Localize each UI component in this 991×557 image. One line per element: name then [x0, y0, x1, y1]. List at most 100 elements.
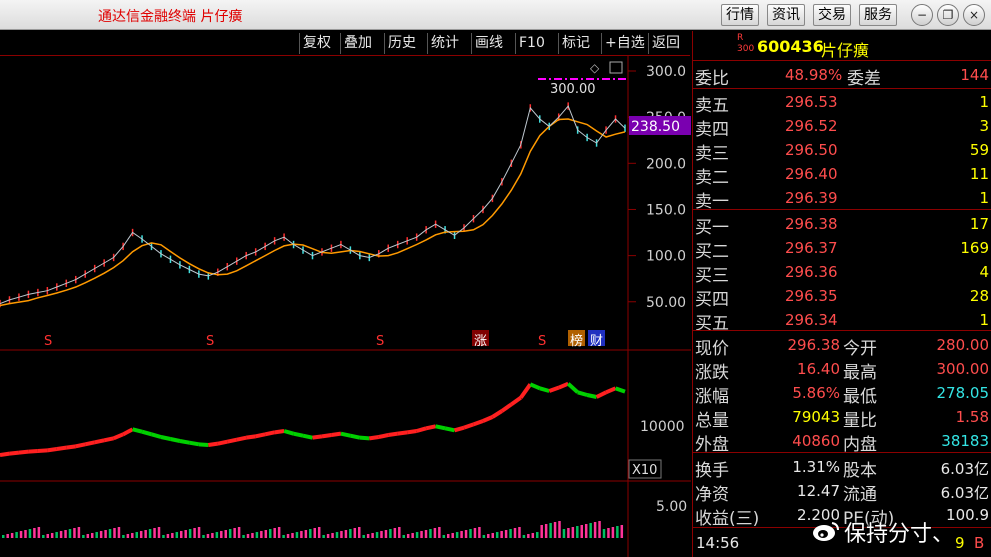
tick-volume: 9	[955, 534, 965, 552]
stats-row: 净资 12.47 流通 6.03亿	[693, 479, 991, 505]
indicator-bar	[522, 535, 526, 538]
indicator-bar	[64, 530, 67, 538]
volume-segment	[444, 426, 455, 433]
tool-restore-rights[interactable]: 复权	[299, 33, 334, 54]
bid-row[interactable]: 买一 296.38 17	[693, 212, 991, 238]
stat-label: 涨跌	[695, 363, 729, 383]
indicator-bar	[139, 531, 143, 538]
tool-mark[interactable]: 标记	[558, 33, 593, 54]
indicator-bar	[598, 521, 601, 538]
volume-segment	[293, 431, 304, 438]
indicator-bar	[335, 532, 339, 538]
indicator-bar	[33, 528, 36, 538]
indicator-bar	[544, 524, 548, 538]
indicator-bar	[375, 532, 379, 538]
indicator-bar	[264, 530, 268, 538]
volume-segment	[170, 437, 181, 443]
service-button[interactable]: 服务	[859, 4, 897, 26]
indicator-bar	[380, 531, 383, 538]
indicator-bar	[206, 534, 210, 538]
indicator-bar	[86, 534, 90, 538]
bid-row[interactable]: 买五 296.34 1	[693, 308, 991, 334]
stat-label: 量比	[843, 411, 877, 431]
indicator-bar	[309, 529, 312, 538]
indicator-bar	[473, 528, 477, 538]
indicator-bar	[518, 527, 521, 538]
indicator-bar	[175, 532, 179, 538]
indicator-bar	[37, 527, 41, 538]
volume-segment	[605, 386, 617, 395]
indicator-bar	[562, 529, 566, 538]
indicator-bar	[371, 533, 374, 538]
ask-volume: 3	[979, 117, 989, 135]
stat-label: 总量	[695, 411, 729, 431]
news-button[interactable]: 资讯	[767, 4, 805, 26]
indicator-bar	[211, 533, 214, 538]
chart-toolbar: 复权 叠加 历史 统计 画线 F10 标记 +自选 返回	[0, 31, 690, 56]
indicator-bar	[193, 528, 196, 538]
bid-price: 296.36	[785, 263, 838, 281]
tool-back[interactable]: 返回	[648, 33, 683, 54]
tool-statistics[interactable]: 统计	[427, 33, 462, 54]
bid-volume: 4	[979, 263, 989, 281]
volume-segment	[369, 435, 380, 441]
volume-segment	[614, 386, 626, 394]
minimize-icon[interactable]: −	[911, 4, 933, 26]
bid-label: 买二	[695, 242, 729, 262]
stat-value: 16.40	[797, 360, 840, 378]
volume-segment	[577, 390, 588, 397]
tool-draw-line[interactable]: 画线	[471, 33, 506, 54]
indicator-bar	[602, 529, 606, 538]
volume-segment	[274, 429, 285, 435]
ask-volume: 1	[979, 189, 989, 207]
stat-value: 6.03亿	[940, 460, 989, 478]
volume-segment	[557, 381, 569, 390]
stat-value: 1.31%	[792, 458, 840, 476]
restore-icon[interactable]: ❐	[937, 4, 959, 26]
indicator-bar	[317, 527, 321, 538]
indicator-bar	[171, 533, 174, 538]
indicator-bar	[166, 534, 170, 538]
ask-label: 卖五	[695, 96, 729, 116]
price-axis-label: 200.0	[646, 156, 686, 172]
tool-history[interactable]: 历史	[384, 33, 419, 54]
indicator-axis-label: 5.00	[656, 499, 687, 515]
indicator-bar	[513, 528, 517, 538]
indicator-bar	[464, 530, 468, 538]
ask-row[interactable]: 卖二 296.40 11	[693, 162, 991, 188]
tool-f10[interactable]: F10	[515, 33, 548, 54]
indicator-bar	[558, 521, 561, 538]
volume-segment	[539, 386, 550, 393]
indicator-bar	[584, 524, 588, 538]
tick-time: 14:56	[696, 534, 740, 552]
quotes-button[interactable]: 行情	[721, 4, 759, 26]
indicator-bar	[46, 534, 49, 538]
stat-value: 5.86%	[792, 384, 840, 402]
indicator-bar	[6, 534, 9, 538]
stat-value: 280.00	[936, 336, 990, 354]
bid-row[interactable]: 买三 296.36 4	[693, 260, 991, 286]
bid-row[interactable]: 买四 296.35 28	[693, 284, 991, 310]
ask-row[interactable]: 卖三 296.50 59	[693, 138, 991, 164]
bid-label: 买三	[695, 266, 729, 286]
close-icon[interactable]: ×	[963, 4, 985, 26]
volume-segment	[349, 433, 361, 440]
indicator-bar	[19, 531, 23, 538]
stat-value: 296.38	[787, 336, 841, 354]
indicator-bar	[251, 533, 254, 538]
ask-row[interactable]: 卖一 296.39 1	[693, 186, 991, 212]
indicator-bar	[389, 529, 392, 538]
tool-overlay[interactable]: 叠加	[340, 33, 375, 54]
bid-row[interactable]: 买二 296.37 169	[693, 236, 991, 262]
indicator-bar	[10, 533, 14, 538]
ask-row[interactable]: 卖五 296.53 1	[693, 90, 991, 116]
trade-button[interactable]: 交易	[813, 4, 851, 26]
volume-segment	[112, 432, 124, 441]
stat-value: 1.58	[955, 408, 989, 426]
stock-chart[interactable]: 300.0250.0200.0150.0100.050.00 300.00 ◇ …	[0, 56, 691, 557]
price-axis-label: 300.0	[646, 64, 686, 80]
tick-side: B	[974, 534, 985, 552]
indicator-series	[2, 521, 624, 538]
tool-add-watchlist[interactable]: +自选	[601, 33, 648, 54]
ask-row[interactable]: 卖四 296.52 3	[693, 114, 991, 140]
